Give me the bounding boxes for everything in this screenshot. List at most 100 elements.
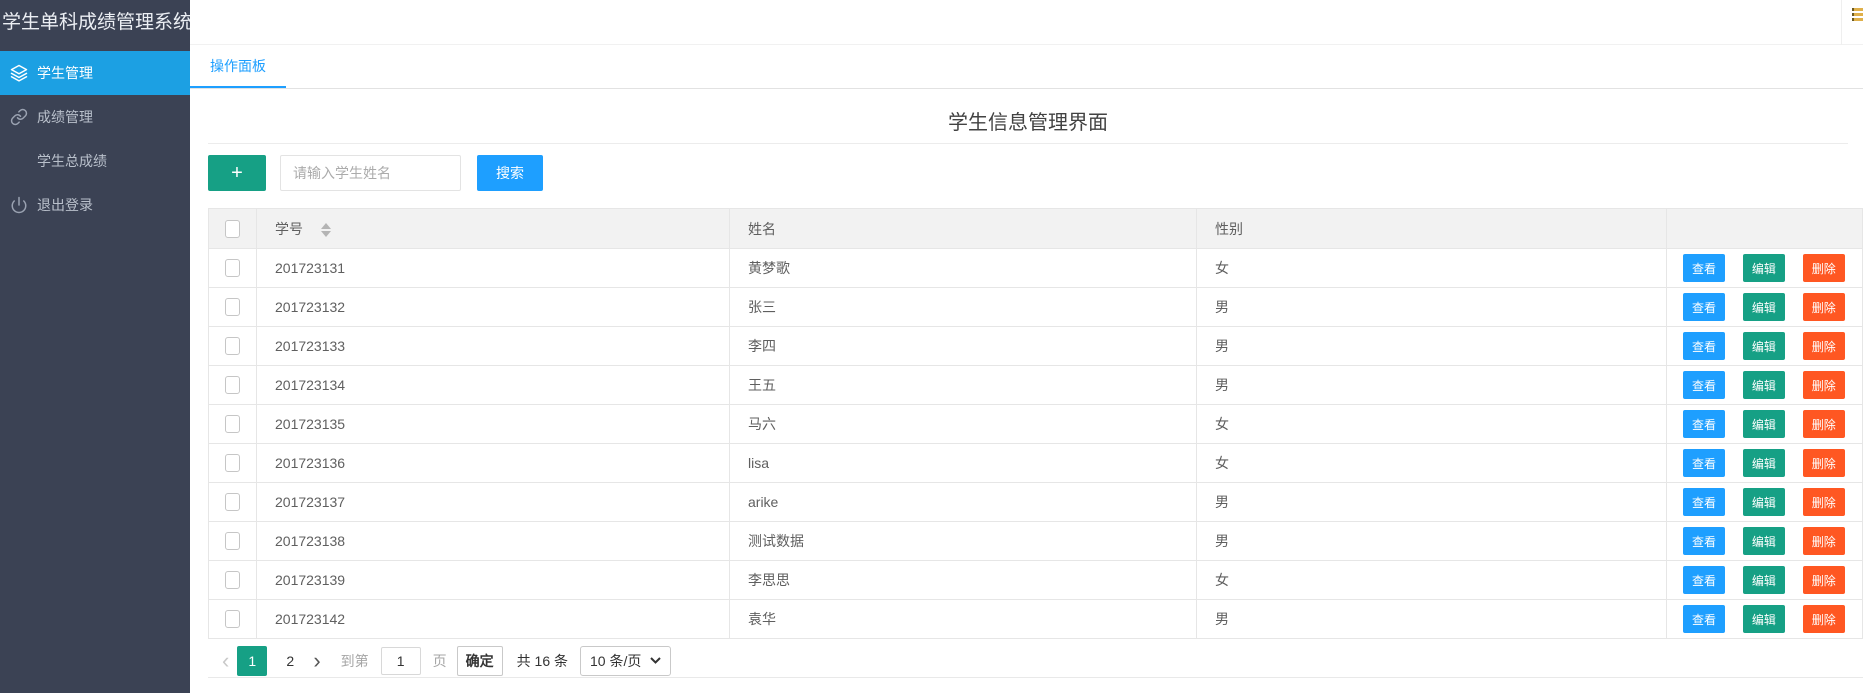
- table-row: 201723131 黄梦歌 女 查看 编辑 删除: [208, 248, 1863, 288]
- row-checkbox[interactable]: [225, 454, 240, 473]
- sidebar-item-score-management[interactable]: 成绩管理: [0, 95, 190, 139]
- column-header-actions: [1666, 208, 1863, 249]
- cell-name: arike: [729, 482, 1197, 522]
- student-table: 学号 姓名 性别 201723131 黄梦歌 女 查看 编辑 删除 201723…: [208, 208, 1863, 639]
- link-icon: [10, 108, 28, 126]
- view-button[interactable]: 查看: [1683, 449, 1725, 477]
- prev-page-button[interactable]: ‹: [222, 647, 229, 675]
- edit-button[interactable]: 编辑: [1742, 566, 1785, 594]
- cell-name: 马六: [729, 404, 1197, 444]
- view-button[interactable]: 查看: [1683, 371, 1725, 399]
- cell-gender: 女: [1196, 248, 1667, 288]
- row-checkbox[interactable]: [225, 259, 240, 278]
- page-size-value: 10 条/页: [590, 652, 642, 669]
- cell-student-id: 201723137: [256, 482, 730, 522]
- page-button-2[interactable]: 2: [275, 646, 305, 676]
- jump-page-input[interactable]: [380, 646, 421, 675]
- layers-icon: [10, 64, 28, 82]
- cell-student-id: 201723139: [256, 560, 730, 600]
- tab-bar: 操作面板: [190, 45, 1863, 89]
- cell-gender: 女: [1196, 443, 1667, 483]
- confirm-button[interactable]: 确定: [456, 645, 503, 676]
- edit-button[interactable]: 编辑: [1742, 605, 1785, 633]
- edit-button[interactable]: 编辑: [1742, 371, 1785, 399]
- delete-button[interactable]: 删除: [1802, 488, 1845, 516]
- sidebar-item-logout[interactable]: 退出登录: [0, 183, 190, 227]
- next-page-button[interactable]: ›: [313, 647, 320, 675]
- sort-caret-icon[interactable]: [321, 222, 331, 237]
- view-button[interactable]: 查看: [1683, 566, 1725, 594]
- table-body: 201723131 黄梦歌 女 查看 编辑 删除 201723132 张三 男 …: [208, 248, 1863, 639]
- delete-button[interactable]: 删除: [1802, 293, 1845, 321]
- sidebar-item-label: 学生总成绩: [37, 153, 107, 169]
- delete-button[interactable]: 删除: [1802, 566, 1845, 594]
- menu-icon[interactable]: [1852, 8, 1863, 23]
- cell-name: 袁华: [729, 599, 1197, 639]
- cell-gender: 男: [1196, 482, 1667, 522]
- delete-button[interactable]: 删除: [1802, 332, 1845, 360]
- page-button-1[interactable]: 1: [237, 645, 268, 676]
- delete-button[interactable]: 删除: [1802, 371, 1845, 399]
- row-checkbox[interactable]: [225, 610, 240, 629]
- column-header-student-id: 学号: [256, 208, 730, 249]
- row-checkbox[interactable]: [225, 571, 240, 590]
- row-checkbox[interactable]: [225, 298, 240, 317]
- page-size-select[interactable]: 10 条/页: [580, 645, 672, 676]
- cell-student-id: 201723142: [256, 599, 730, 639]
- edit-button[interactable]: 编辑: [1742, 332, 1785, 360]
- sidebar-item-label: 学生管理: [37, 65, 93, 81]
- cell-student-id: 201723133: [256, 326, 730, 366]
- row-checkbox[interactable]: [225, 532, 240, 551]
- table-row: 201723135 马六 女 查看 编辑 删除: [208, 404, 1863, 444]
- view-button[interactable]: 查看: [1683, 410, 1725, 438]
- select-all-checkbox[interactable]: [225, 219, 240, 238]
- cell-student-id: 201723134: [256, 365, 730, 405]
- cell-student-id: 201723138: [256, 521, 730, 561]
- edit-button[interactable]: 编辑: [1742, 254, 1785, 282]
- sidebar-item-student-management[interactable]: 学生管理: [0, 51, 190, 95]
- cell-name: 李四: [729, 326, 1197, 366]
- total-count-label: 共 16 条: [516, 652, 569, 669]
- view-button[interactable]: 查看: [1683, 488, 1725, 516]
- title-divider: [208, 143, 1848, 144]
- cell-name: lisa: [729, 443, 1197, 483]
- row-checkbox[interactable]: [225, 376, 240, 395]
- sidebar-menu: 学生管理 成绩管理 学生总成绩 退出登录: [0, 51, 190, 227]
- pagination: ‹ 1 2 › 到第 页 确定 共 16 条 10 条/页: [208, 644, 1863, 678]
- sidebar-item-label: 退出登录: [37, 197, 93, 213]
- view-button[interactable]: 查看: [1683, 605, 1725, 633]
- view-button[interactable]: 查看: [1683, 293, 1725, 321]
- cell-name: 王五: [729, 365, 1197, 405]
- delete-button[interactable]: 删除: [1802, 527, 1845, 555]
- table-row: 201723138 测试数据 男 查看 编辑 删除: [208, 521, 1863, 561]
- edit-button[interactable]: 编辑: [1742, 488, 1785, 516]
- edit-button[interactable]: 编辑: [1742, 449, 1785, 477]
- sidebar-item-total-score[interactable]: 学生总成绩: [0, 139, 190, 183]
- add-student-button[interactable]: +: [208, 155, 266, 191]
- delete-button[interactable]: 删除: [1802, 449, 1845, 477]
- table-row: 201723133 李四 男 查看 编辑 删除: [208, 326, 1863, 366]
- topbar: [190, 0, 1863, 45]
- row-checkbox[interactable]: [225, 415, 240, 434]
- view-button[interactable]: 查看: [1683, 254, 1725, 282]
- delete-button[interactable]: 删除: [1802, 254, 1845, 282]
- edit-button[interactable]: 编辑: [1742, 293, 1785, 321]
- cell-gender: 男: [1196, 521, 1667, 561]
- delete-button[interactable]: 删除: [1802, 410, 1845, 438]
- edit-button[interactable]: 编辑: [1742, 527, 1785, 555]
- delete-button[interactable]: 删除: [1802, 605, 1845, 633]
- edit-button[interactable]: 编辑: [1742, 410, 1785, 438]
- cell-gender: 男: [1196, 326, 1667, 366]
- view-button[interactable]: 查看: [1683, 332, 1725, 360]
- row-checkbox[interactable]: [225, 337, 240, 356]
- search-button[interactable]: 搜索: [477, 155, 543, 191]
- cell-name: 黄梦歌: [729, 248, 1197, 288]
- search-input[interactable]: [280, 155, 461, 191]
- page-title: 学生信息管理界面: [948, 112, 1108, 134]
- cell-student-id: 201723136: [256, 443, 730, 483]
- tab-operation-panel[interactable]: 操作面板: [190, 45, 286, 88]
- table-row: 201723134 王五 男 查看 编辑 删除: [208, 365, 1863, 405]
- table-row: 201723137 arike 男 查看 编辑 删除: [208, 482, 1863, 522]
- view-button[interactable]: 查看: [1683, 527, 1725, 555]
- row-checkbox[interactable]: [225, 493, 240, 512]
